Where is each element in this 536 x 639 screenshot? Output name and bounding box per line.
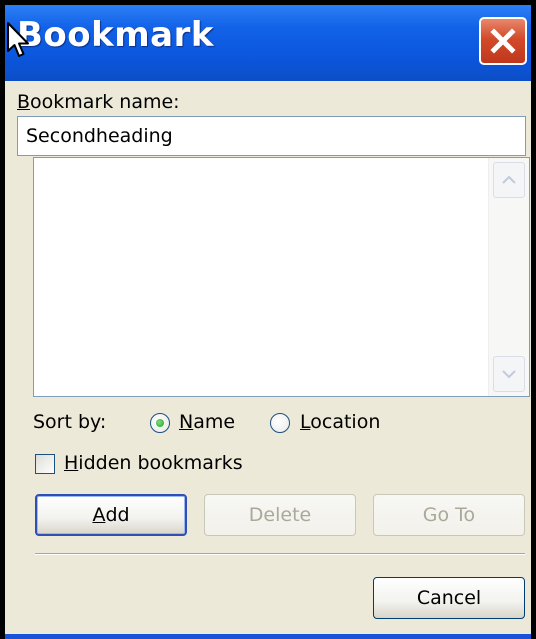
- window-bottom-edge: [5, 634, 531, 639]
- hidden-bookmarks-checkbox[interactable]: [35, 454, 55, 474]
- bookmark-dialog: Bookmark Bookmark name: Secondheading So…: [5, 5, 531, 639]
- bookmark-name-label: Bookmark name:: [17, 91, 180, 113]
- title-bar[interactable]: Bookmark: [5, 5, 531, 81]
- chevron-up-icon: [502, 175, 516, 184]
- add-button[interactable]: Add: [35, 494, 187, 536]
- mouse-cursor-icon: [7, 22, 29, 57]
- bookmark-name-input[interactable]: [17, 116, 526, 156]
- separator-line: [35, 553, 525, 555]
- sort-name-label[interactable]: Name: [179, 411, 235, 433]
- hidden-bookmarks-label[interactable]: Hidden bookmarks: [64, 452, 243, 474]
- goto-button: Go To: [373, 494, 525, 536]
- close-icon: [490, 28, 516, 54]
- delete-button: Delete: [204, 494, 356, 536]
- chevron-down-icon: [502, 370, 516, 379]
- list-scrollbar[interactable]: [488, 158, 529, 396]
- bookmark-list[interactable]: [33, 157, 530, 397]
- screen-frame: Bookmark Bookmark name: Secondheading So…: [0, 0, 536, 639]
- scroll-down-button[interactable]: [493, 356, 525, 392]
- sort-name-radio[interactable]: [150, 413, 170, 433]
- dialog-title: Bookmark: [17, 15, 214, 55]
- close-button[interactable]: [479, 17, 527, 65]
- cancel-button[interactable]: Cancel: [373, 577, 525, 619]
- scroll-up-button[interactable]: [493, 162, 525, 198]
- dialog-body: Bookmark name: Sort by:: [5, 81, 531, 639]
- radio-selected-dot: [156, 419, 164, 427]
- sort-location-radio[interactable]: [270, 413, 290, 433]
- sort-by-label: Sort by:: [33, 411, 107, 433]
- sort-location-label[interactable]: Location: [300, 411, 380, 433]
